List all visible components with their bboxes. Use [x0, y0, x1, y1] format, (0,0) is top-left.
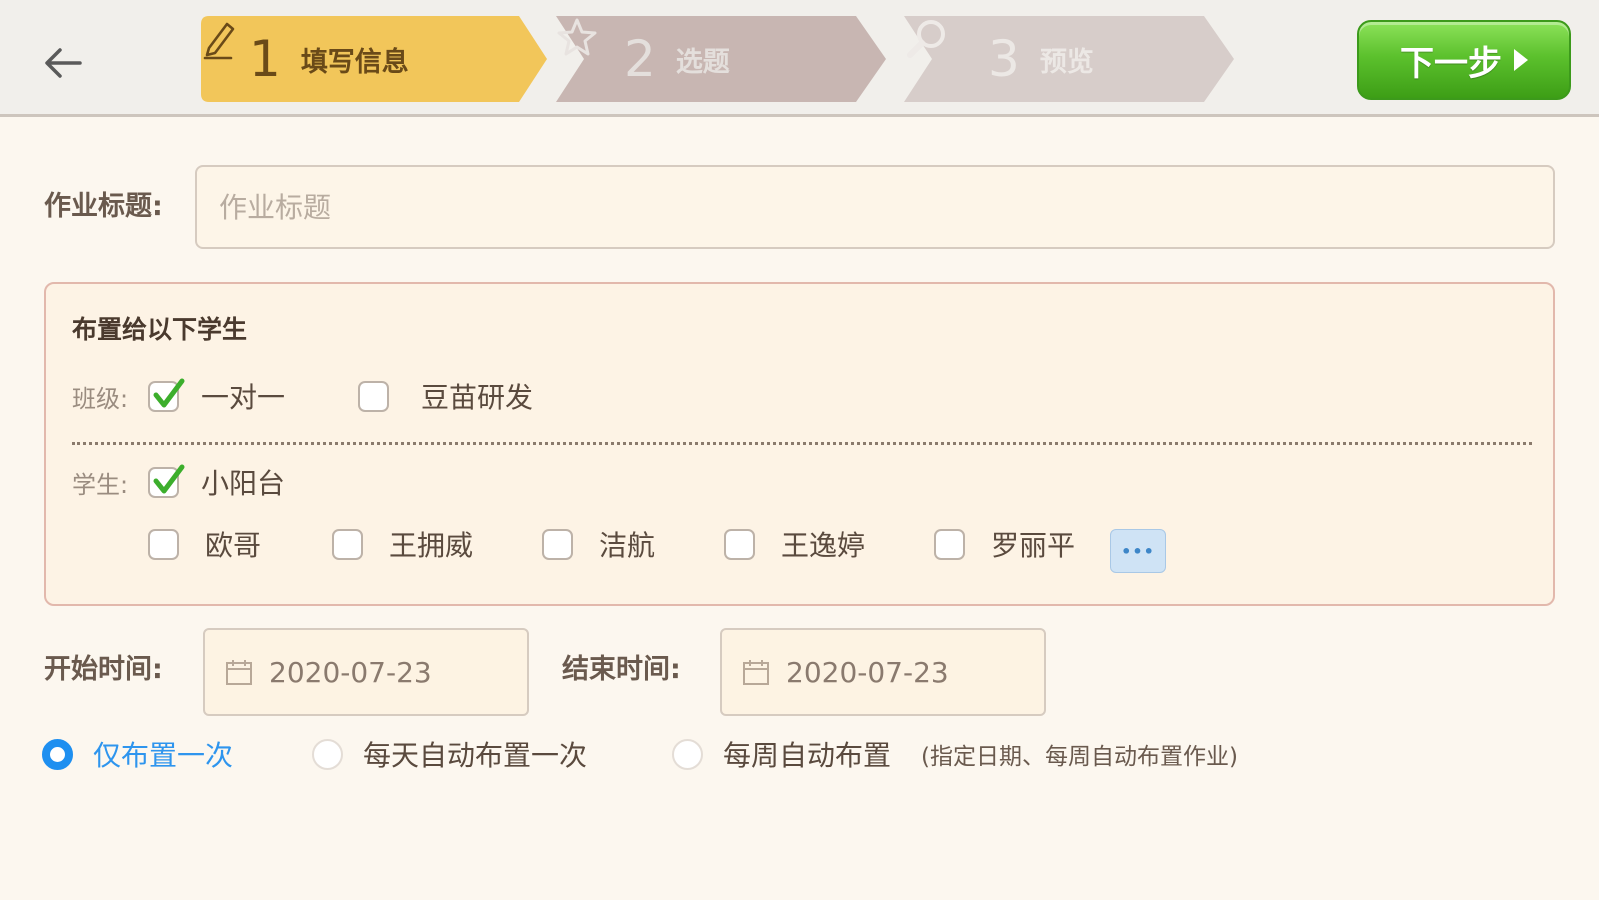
checkbox[interactable]: [358, 380, 389, 412]
student-option[interactable]: 王拥威: [332, 524, 473, 564]
start-date-value: 2020-07-23: [269, 655, 432, 689]
student-option[interactable]: 小阳台: [148, 462, 285, 502]
search-icon: [907, 20, 945, 58]
top-bar: 1 填写信息 2 选题 3 预览 下一步: [0, 0, 1599, 117]
step-label: 填写信息: [300, 46, 409, 78]
step-label: 预览: [1039, 46, 1094, 78]
schedule-option-label: 每周自动布置: [723, 739, 892, 772]
title-label: 作业标题:: [44, 191, 163, 222]
more-students-button[interactable]: •••: [1110, 529, 1166, 573]
student-name: 小阳台: [201, 467, 286, 500]
class-option[interactable]: 豆苗研发: [358, 376, 533, 416]
schedule-once-option[interactable]: 仅布置一次: [42, 734, 233, 774]
schedule-weekly-option[interactable]: 每周自动布置 (指定日期、每周自动布置作业): [672, 734, 1238, 774]
assign-students-panel: 布置给以下学生 班级: 一对一 豆苗研发 学生: 小阳台 欧哥 王拥威 洁航 王…: [44, 282, 1555, 606]
class-option[interactable]: 一对一: [148, 376, 285, 416]
step-label: 选题: [675, 46, 730, 78]
back-button[interactable]: [38, 38, 88, 88]
radio[interactable]: [312, 738, 343, 770]
student-name: 王拥威: [389, 529, 474, 562]
end-date-value: 2020-07-23: [786, 655, 949, 689]
radio[interactable]: [672, 738, 703, 770]
step-number: 3: [988, 30, 1020, 88]
student-name: 罗丽平: [991, 529, 1076, 562]
checkbox[interactable]: [542, 528, 573, 560]
student-name: 欧哥: [205, 529, 262, 562]
student-option[interactable]: 欧哥: [148, 524, 261, 564]
end-time-label: 结束时间:: [562, 654, 681, 685]
checkbox[interactable]: [724, 528, 755, 560]
student-name: 洁航: [599, 529, 656, 562]
schedule-daily-option[interactable]: 每天自动布置一次: [312, 734, 587, 774]
class-label: 班级:: [72, 385, 129, 413]
step-fill-info[interactable]: 1 填写信息: [201, 16, 551, 102]
student-option[interactable]: 罗丽平: [934, 524, 1075, 564]
next-step-label: 下一步: [1400, 43, 1502, 84]
class-name: 豆苗研发: [421, 381, 534, 414]
play-icon: [1514, 49, 1528, 71]
step-preview[interactable]: 3 预览: [904, 16, 1244, 102]
star-icon: [557, 18, 597, 56]
checkbox-checked[interactable]: [148, 378, 185, 412]
student-option[interactable]: 王逸婷: [724, 524, 865, 564]
step-select-questions[interactable]: 2 选题: [556, 16, 896, 102]
checkbox-checked[interactable]: [148, 464, 185, 498]
start-date-field[interactable]: 2020-07-23: [203, 628, 529, 716]
checkmark-icon: [153, 464, 185, 493]
schedule-option-label: 仅布置一次: [93, 739, 234, 772]
class-name: 一对一: [201, 381, 286, 414]
divider: [72, 442, 1532, 445]
pencil-icon: [203, 22, 235, 60]
checkbox[interactable]: [934, 528, 965, 560]
checkbox[interactable]: [332, 528, 363, 560]
arrow-left-icon: [45, 48, 82, 78]
assign-heading: 布置给以下学生: [72, 315, 248, 344]
checkbox[interactable]: [148, 528, 179, 560]
end-date-field[interactable]: 2020-07-23: [720, 628, 1046, 716]
calendar-icon: [226, 660, 252, 685]
weekly-hint: (指定日期、每周自动布置作业): [921, 744, 1238, 770]
radio-selected[interactable]: [42, 738, 73, 770]
schedule-option-label: 每天自动布置一次: [363, 739, 588, 772]
next-step-button[interactable]: 下一步: [1357, 20, 1571, 100]
student-label: 学生:: [72, 471, 129, 499]
homework-title-input[interactable]: [195, 165, 1555, 249]
step-number: 1: [249, 30, 281, 88]
start-time-label: 开始时间:: [44, 654, 163, 685]
step-number: 2: [624, 30, 656, 88]
checkmark-icon: [153, 378, 185, 407]
student-name: 王逸婷: [781, 529, 866, 562]
calendar-icon: [743, 660, 769, 685]
student-option[interactable]: 洁航: [542, 524, 655, 564]
